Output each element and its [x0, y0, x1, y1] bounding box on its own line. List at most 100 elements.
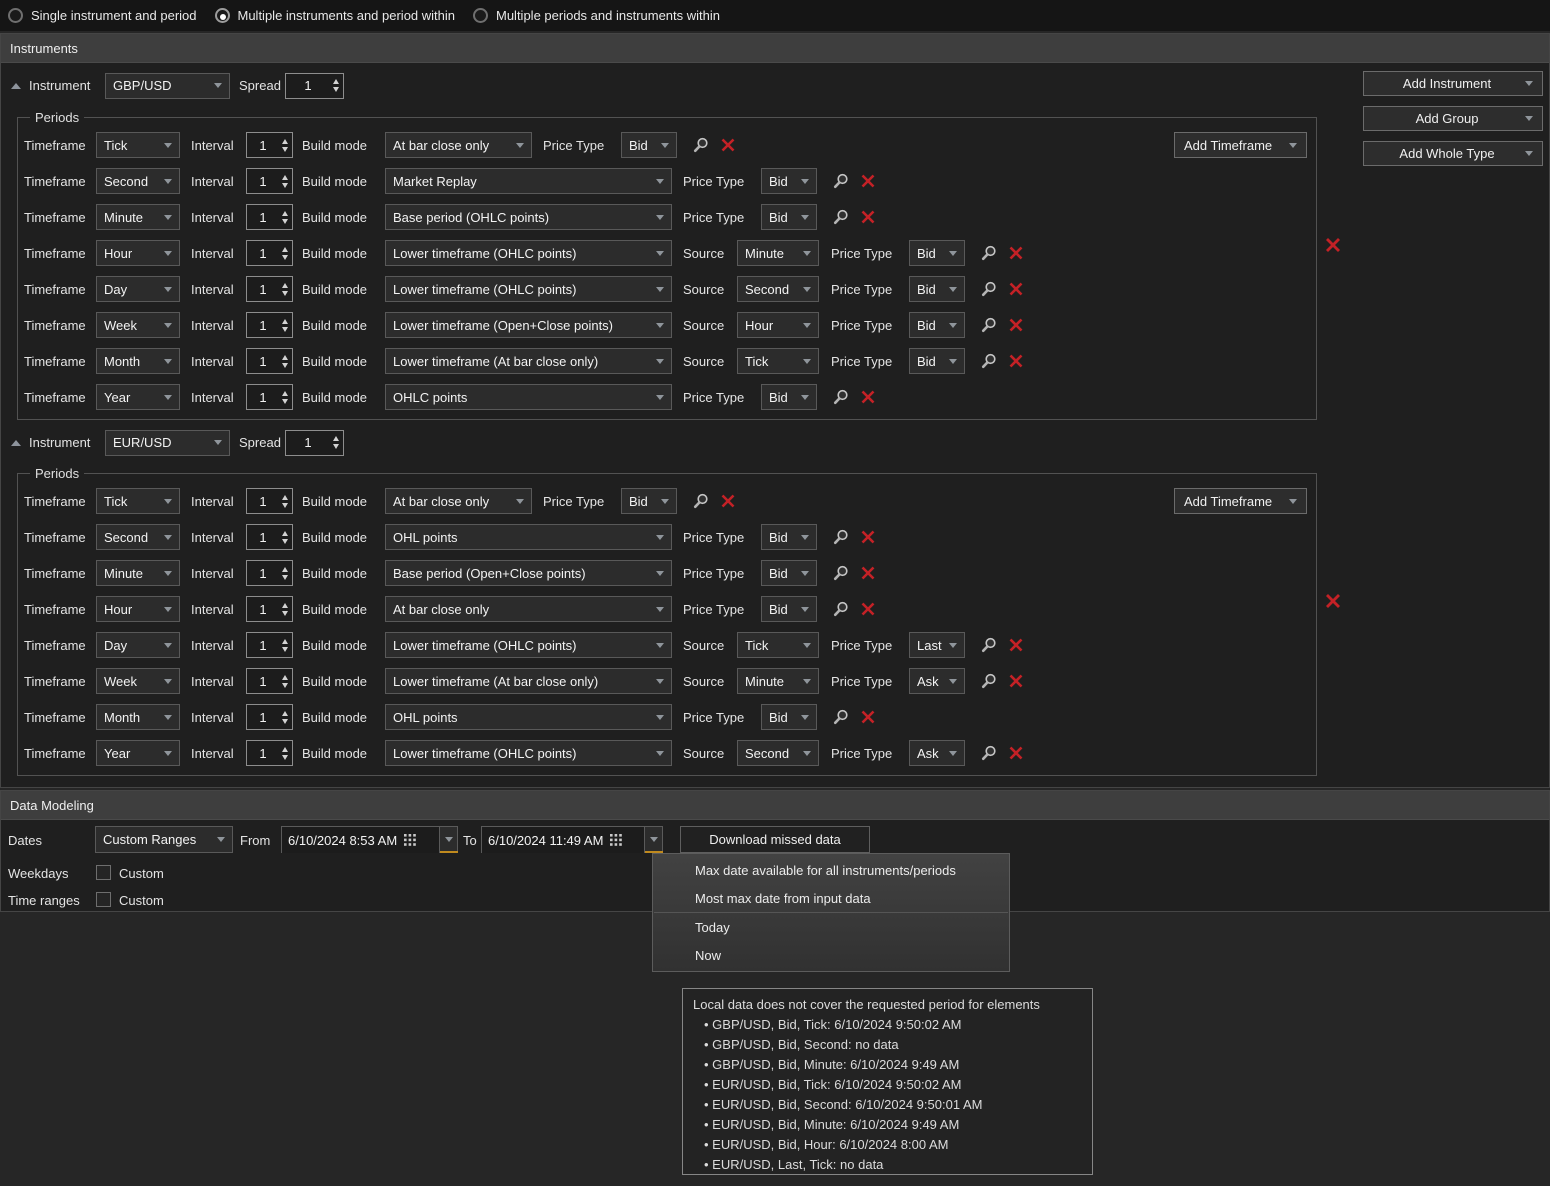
collapse-icon[interactable]: [11, 440, 21, 446]
timeframe-select[interactable]: Week: [96, 312, 180, 338]
build-mode-select[interactable]: Lower timeframe (Open+Close points): [385, 312, 672, 338]
price-type-select[interactable]: Last: [909, 632, 965, 658]
stepper-arrows-icon[interactable]: [279, 349, 292, 373]
to-date-dropdown-button[interactable]: [645, 826, 663, 851]
interval-stepper[interactable]: 1: [246, 704, 293, 730]
delete-period-icon[interactable]: [1006, 280, 1025, 299]
price-type-select[interactable]: Bid: [761, 560, 817, 586]
preview-magnifier-icon[interactable]: [830, 527, 850, 547]
price-type-select[interactable]: Bid: [909, 312, 965, 338]
download-missed-data-button[interactable]: Download missed data: [680, 826, 870, 853]
stepper-arrows-icon[interactable]: [279, 705, 292, 729]
interval-stepper[interactable]: 1: [246, 348, 293, 374]
timeframe-select[interactable]: Month: [96, 704, 180, 730]
price-type-select[interactable]: Bid: [761, 596, 817, 622]
weekdays-custom-checkbox[interactable]: [96, 865, 111, 880]
timeframe-select[interactable]: Tick: [96, 488, 180, 514]
timeframe-select[interactable]: Year: [96, 740, 180, 766]
timeframe-select[interactable]: Second: [96, 524, 180, 550]
add-group-button[interactable]: Add Group: [1363, 106, 1543, 131]
dates-mode-select[interactable]: Custom Ranges: [95, 826, 233, 853]
price-type-select[interactable]: Ask: [909, 740, 965, 766]
source-select[interactable]: Second: [737, 740, 819, 766]
to-date-input[interactable]: 6/10/2024 11:49 AM: [481, 826, 645, 853]
time-ranges-custom-checkbox[interactable]: [96, 892, 111, 907]
menu-item[interactable]: Most max date from input data: [653, 884, 1009, 912]
build-mode-select[interactable]: OHL points: [385, 704, 672, 730]
preview-magnifier-icon[interactable]: [830, 387, 850, 407]
stepper-arrows-icon[interactable]: [279, 133, 292, 157]
preview-magnifier-icon[interactable]: [690, 491, 710, 511]
calendar-grid-icon[interactable]: [610, 834, 622, 846]
preview-magnifier-icon[interactable]: [978, 671, 998, 691]
stepper-arrows-icon[interactable]: [330, 74, 343, 98]
interval-stepper[interactable]: 1: [246, 740, 293, 766]
price-type-select[interactable]: Ask: [909, 668, 965, 694]
stepper-arrows-icon[interactable]: [279, 525, 292, 549]
preview-magnifier-icon[interactable]: [978, 315, 998, 335]
build-mode-select[interactable]: Base period (OHLC points): [385, 204, 672, 230]
preview-magnifier-icon[interactable]: [978, 243, 998, 263]
mode-radio-option[interactable]: Single instrument and period: [8, 8, 197, 23]
preview-magnifier-icon[interactable]: [978, 743, 998, 763]
price-type-select[interactable]: Bid: [761, 704, 817, 730]
interval-stepper[interactable]: 1: [246, 384, 293, 410]
price-type-select[interactable]: Bid: [909, 348, 965, 374]
timeframe-select[interactable]: Minute: [96, 204, 180, 230]
interval-stepper[interactable]: 1: [246, 204, 293, 230]
preview-magnifier-icon[interactable]: [830, 207, 850, 227]
build-mode-select[interactable]: At bar close only: [385, 132, 532, 158]
build-mode-select[interactable]: Lower timeframe (OHLC points): [385, 632, 672, 658]
timeframe-select[interactable]: Day: [96, 276, 180, 302]
stepper-arrows-icon[interactable]: [279, 741, 292, 765]
stepper-arrows-icon[interactable]: [279, 205, 292, 229]
interval-stepper[interactable]: 1: [246, 488, 293, 514]
menu-item[interactable]: Now: [653, 941, 1009, 969]
build-mode-select[interactable]: Base period (Open+Close points): [385, 560, 672, 586]
build-mode-select[interactable]: Market Replay: [385, 168, 672, 194]
interval-stepper[interactable]: 1: [246, 240, 293, 266]
timeframe-select[interactable]: Second: [96, 168, 180, 194]
preview-magnifier-icon[interactable]: [978, 635, 998, 655]
from-date-dropdown-button[interactable]: [440, 826, 458, 851]
stepper-arrows-icon[interactable]: [279, 241, 292, 265]
stepper-arrows-icon[interactable]: [279, 669, 292, 693]
stepper-arrows-icon[interactable]: [279, 169, 292, 193]
source-select[interactable]: Minute: [737, 668, 819, 694]
interval-stepper[interactable]: 1: [246, 132, 293, 158]
delete-period-icon[interactable]: [858, 600, 877, 619]
preview-magnifier-icon[interactable]: [830, 707, 850, 727]
delete-period-icon[interactable]: [718, 492, 737, 511]
preview-magnifier-icon[interactable]: [830, 599, 850, 619]
delete-period-icon[interactable]: [1006, 352, 1025, 371]
instrument-select[interactable]: GBP/USD: [105, 73, 230, 99]
price-type-select[interactable]: Bid: [761, 524, 817, 550]
build-mode-select[interactable]: Lower timeframe (At bar close only): [385, 668, 672, 694]
delete-period-icon[interactable]: [858, 528, 877, 547]
interval-stepper[interactable]: 1: [246, 596, 293, 622]
interval-stepper[interactable]: 1: [246, 560, 293, 586]
timeframe-select[interactable]: Tick: [96, 132, 180, 158]
delete-instrument-icon[interactable]: [1323, 591, 1343, 611]
stepper-arrows-icon[interactable]: [279, 385, 292, 409]
build-mode-select[interactable]: Lower timeframe (OHLC points): [385, 240, 672, 266]
price-type-select[interactable]: Bid: [621, 132, 677, 158]
delete-period-icon[interactable]: [858, 208, 877, 227]
collapse-icon[interactable]: [11, 83, 21, 89]
stepper-arrows-icon[interactable]: [279, 277, 292, 301]
price-type-select[interactable]: Bid: [761, 204, 817, 230]
interval-stepper[interactable]: 1: [246, 632, 293, 658]
build-mode-select[interactable]: At bar close only: [385, 488, 532, 514]
timeframe-select[interactable]: Minute: [96, 560, 180, 586]
from-date-input[interactable]: 6/10/2024 8:53 AM: [281, 826, 440, 853]
price-type-select[interactable]: Bid: [621, 488, 677, 514]
stepper-arrows-icon[interactable]: [279, 489, 292, 513]
delete-period-icon[interactable]: [858, 172, 877, 191]
timeframe-select[interactable]: Hour: [96, 596, 180, 622]
source-select[interactable]: Hour: [737, 312, 819, 338]
stepper-arrows-icon[interactable]: [279, 597, 292, 621]
spread-stepper[interactable]: 1: [285, 430, 344, 456]
delete-period-icon[interactable]: [1006, 636, 1025, 655]
build-mode-select[interactable]: OHLC points: [385, 384, 672, 410]
mode-radio-option[interactable]: Multiple periods and instruments within: [473, 8, 720, 23]
